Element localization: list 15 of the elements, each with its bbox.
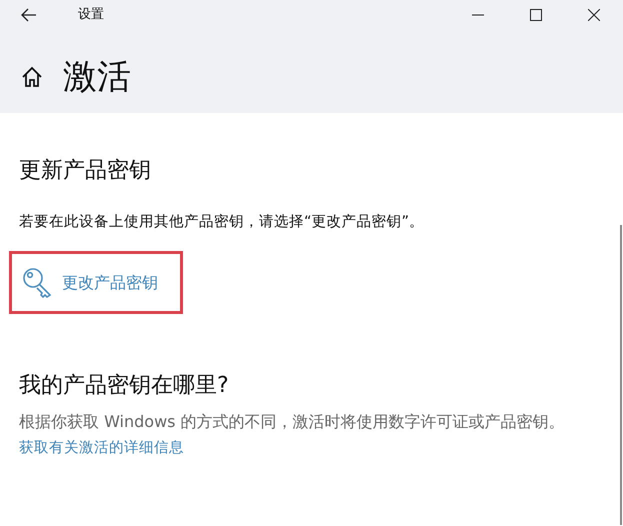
description-text: 根据你获取 Windows 的方式的不同，激活时将使用数字许可证或产品密钥。 [19,410,566,433]
page-title: 激活 [63,60,131,94]
scrollbar[interactable] [620,225,622,525]
key-icon [22,266,54,299]
close-icon [588,9,600,21]
section-heading: 更新产品密钥 [19,157,152,184]
section-heading: 我的产品密钥在哪里? [19,372,230,400]
window-title: 设置 [78,6,104,24]
home-icon [21,66,43,88]
description-text: 若要在此设备上使用其他产品密钥，请选择“更改产品密钥”。 [19,212,426,232]
maximize-icon [530,9,542,21]
back-arrow-icon [21,8,37,22]
activation-info-link[interactable]: 获取有关激活的详细信息 [19,438,184,460]
change-key-link[interactable]: 更改产品密钥 [9,251,183,314]
minimize-icon [472,14,484,16]
